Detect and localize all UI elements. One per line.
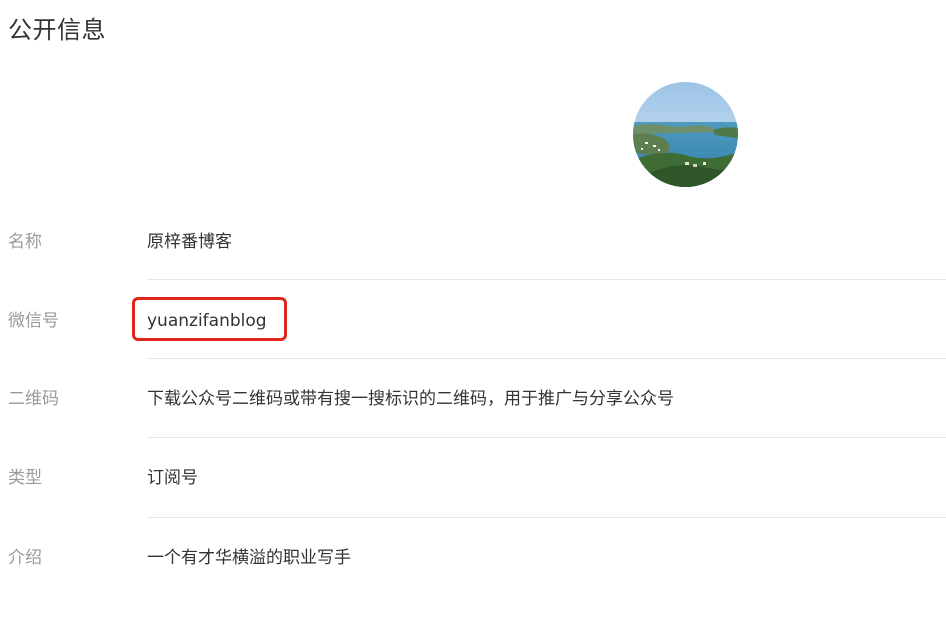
field-label: 名称 [8,232,42,252]
highlight-annotation [132,297,287,341]
avatar-image [633,82,738,187]
divider [147,517,946,518]
field-row-qrcode: 二维码 下载公众号二维码或带有搜一搜标识的二维码，用于推广与分享公众号 [0,387,946,466]
field-value: 订阅号 [147,468,198,488]
divider [147,279,946,280]
divider [147,437,946,438]
field-label: 介绍 [8,548,42,568]
field-value: 一个有才华横溢的职业写手 [147,548,351,568]
field-row-type: 类型 订阅号 [0,466,946,545]
page-title: 公开信息 [8,16,106,44]
field-label: 微信号 [8,311,59,331]
divider [147,358,946,359]
field-label: 二维码 [8,389,59,409]
field-value: 原梓番博客 [147,232,232,252]
avatar[interactable] [633,82,738,187]
field-value[interactable]: 下载公众号二维码或带有搜一搜标识的二维码，用于推广与分享公众号 [147,387,674,411]
field-label: 类型 [8,468,42,488]
field-row-intro: 介绍 一个有才华横溢的职业写手 [0,546,946,625]
